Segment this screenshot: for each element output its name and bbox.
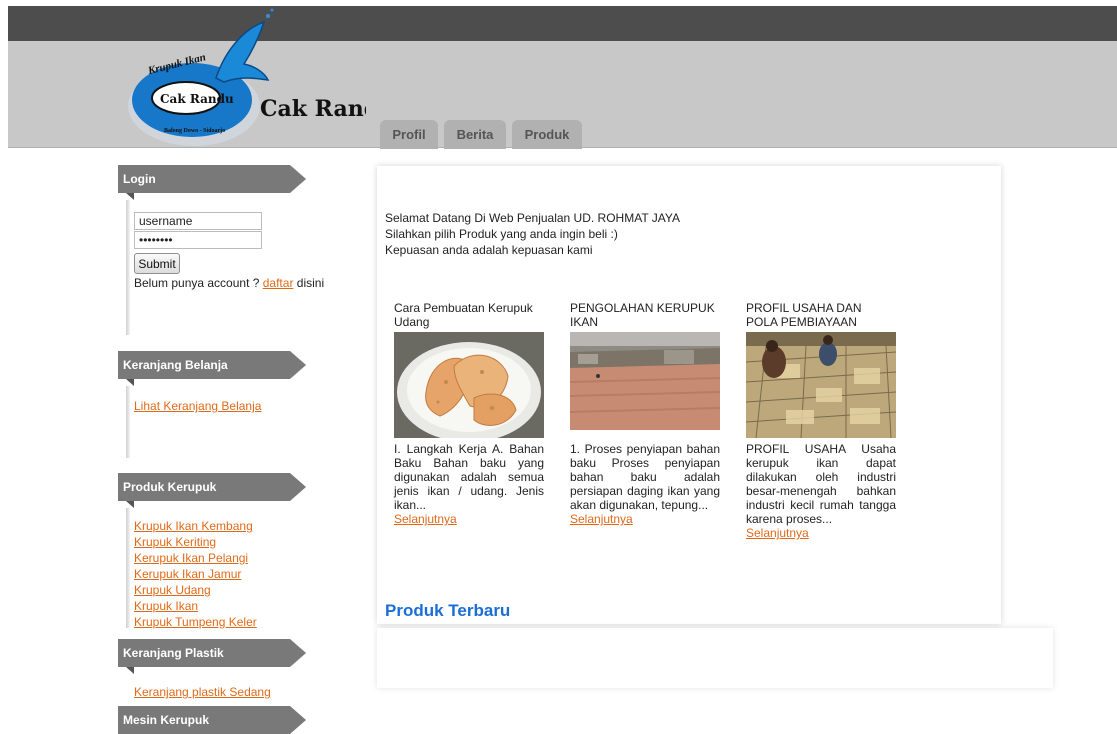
tab-produk[interactable]: Produk <box>512 120 582 149</box>
article-title[interactable]: PENGOLAHAN KERUPUK IKAN <box>570 301 720 331</box>
machine-heading-label: Mesin Kerupuk <box>118 706 290 734</box>
heading-arrow <box>290 351 306 379</box>
logo-big-text: Cak Randu <box>260 96 366 122</box>
plastic-basket-link[interactable]: Keranjang plastik Sedang <box>134 685 271 700</box>
products-heading-label: Produk Kerupuk <box>118 473 290 501</box>
login-heading-label: Login <box>118 165 290 193</box>
heading-fold <box>126 667 134 674</box>
submit-button[interactable]: Submit <box>134 253 180 274</box>
product-link[interactable]: Krupuk Tumpeng Keler <box>134 615 257 630</box>
section-title: Produk Terbaru <box>385 601 511 620</box>
welcome-message: Selamat Datang Di Web Penjualan UD. ROHM… <box>385 210 680 258</box>
product-link[interactable]: Krupuk Ikan Kembang <box>134 519 253 534</box>
bubble-icon <box>270 8 274 12</box>
article-title[interactable]: PROFIL USAHA DAN POLA PEMBIAYAAN <box>746 301 896 331</box>
password-input[interactable] <box>134 231 262 249</box>
article-excerpt: I. Langkah Kerja A. Bahan Baku Bahan bak… <box>394 442 544 512</box>
article-excerpt: PROFIL USAHA Usaha kerupuk ikan dapat di… <box>746 442 896 526</box>
news-article: PENGOLAHAN KERUPUK IKAN 1. Proses penyia… <box>570 301 720 526</box>
username-input[interactable] <box>134 212 262 230</box>
cart-heading-label: Keranjang Belanja <box>118 351 290 379</box>
heading-arrow <box>290 473 306 501</box>
plastic-heading-label: Keranjang Plastik <box>118 639 290 667</box>
heading-fold <box>126 193 134 200</box>
product-link[interactable]: Kerupuk Ikan Pelangi <box>134 551 248 566</box>
sidebar-divider <box>126 200 130 335</box>
read-more-link[interactable]: Selanjutnya <box>570 512 633 526</box>
heading-arrow <box>290 165 306 193</box>
login-heading: Login <box>118 165 308 200</box>
machine-heading: Mesin Kerupuk <box>118 706 308 734</box>
article-image-kerupuk-udang[interactable] <box>394 332 544 438</box>
view-cart-link[interactable]: Lihat Keranjang Belanja <box>134 399 261 414</box>
welcome-line: Silahkan pilih Produk yang anda ingin be… <box>385 227 618 241</box>
register-suffix: disini <box>293 276 325 290</box>
register-line: Belum punya account ? daftar disini <box>134 276 324 290</box>
cart-heading: Keranjang Belanja <box>118 351 308 386</box>
fish-icon <box>215 20 270 83</box>
products-heading: Produk Kerupuk <box>118 473 308 508</box>
tab-profil[interactable]: Profil <box>380 120 438 149</box>
read-more-link[interactable]: Selanjutnya <box>394 512 457 526</box>
article-excerpt: 1. Proses penyiapan bahan baku Proses pe… <box>570 442 720 512</box>
sidebar-divider <box>126 386 130 458</box>
product-link[interactable]: Krupuk Ikan <box>134 599 198 614</box>
register-prefix: Belum punya account ? <box>134 276 263 290</box>
product-link[interactable]: Krupuk Udang <box>134 583 211 598</box>
bubble-icon <box>266 14 270 18</box>
product-link[interactable]: Kerupuk Ikan Jamur <box>134 567 241 582</box>
logo-oval-text: Cak Randu <box>160 92 234 106</box>
site-logo[interactable]: Krupuk Ikan Cak Randu Cak Randu Balong D… <box>126 8 366 148</box>
heading-fold <box>126 379 134 386</box>
heading-arrow <box>290 639 306 667</box>
article-image-workers[interactable] <box>746 332 896 438</box>
welcome-line: Kepuasan anda adalah kepuasan kami <box>385 243 593 257</box>
heading-arrow <box>290 706 306 734</box>
sidebar-divider <box>126 508 130 628</box>
article-image-drying-field[interactable] <box>570 332 720 438</box>
register-link[interactable]: daftar <box>263 276 294 290</box>
product-panel <box>377 628 1053 688</box>
article-title[interactable]: Cara Pembuatan Kerupuk Udang <box>394 301 544 331</box>
news-article: Cara Pembuatan Kerupuk Udang I. Langkah … <box>394 301 544 526</box>
plastic-heading: Keranjang Plastik <box>118 639 308 674</box>
tab-berita[interactable]: Berita <box>444 120 506 149</box>
read-more-link[interactable]: Selanjutnya <box>746 526 809 540</box>
news-article: PROFIL USAHA DAN POLA PEMBIAYAAN PROFIL … <box>746 301 896 540</box>
logo-small-text: Balong Dowo - Sidoarjo <box>164 128 225 134</box>
product-link[interactable]: Krupuk Keriting <box>134 535 216 550</box>
welcome-line: Selamat Datang Di Web Penjualan UD. ROHM… <box>385 211 681 225</box>
heading-fold <box>126 501 134 508</box>
